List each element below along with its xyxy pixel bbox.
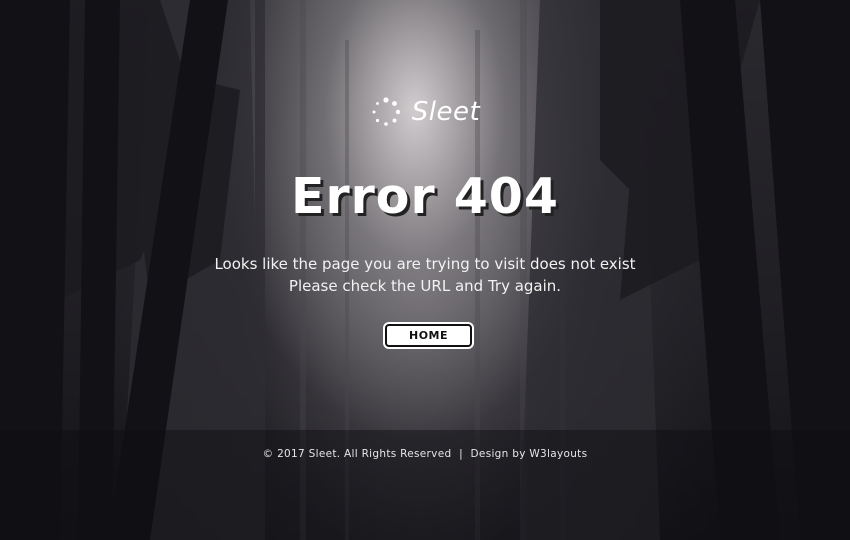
footer-copyright: © 2017 Sleet. All Rights Reserved xyxy=(262,448,452,460)
brand-name: Sleet xyxy=(411,97,481,127)
footer: © 2017 Sleet. All Rights Reserved | Desi… xyxy=(0,448,850,460)
home-button[interactable]: HOME xyxy=(383,322,474,349)
error-page: Sleet Error 404 Looks like the page you … xyxy=(0,0,850,540)
footer-separator: | xyxy=(459,448,463,460)
content-overlay: Sleet Error 404 Looks like the page you … xyxy=(0,0,850,540)
error-message: Looks like the page you are trying to vi… xyxy=(0,253,850,297)
error-message-line-1: Looks like the page you are trying to vi… xyxy=(214,255,636,273)
brand-logo[interactable]: Sleet xyxy=(0,96,850,128)
error-title: Error 404 xyxy=(291,168,559,225)
dotted-circle-spinner-icon xyxy=(372,97,400,126)
error-message-line-2: Please check the URL and Try again. xyxy=(288,277,562,295)
footer-credit-link[interactable]: Design by W3layouts xyxy=(471,448,588,460)
